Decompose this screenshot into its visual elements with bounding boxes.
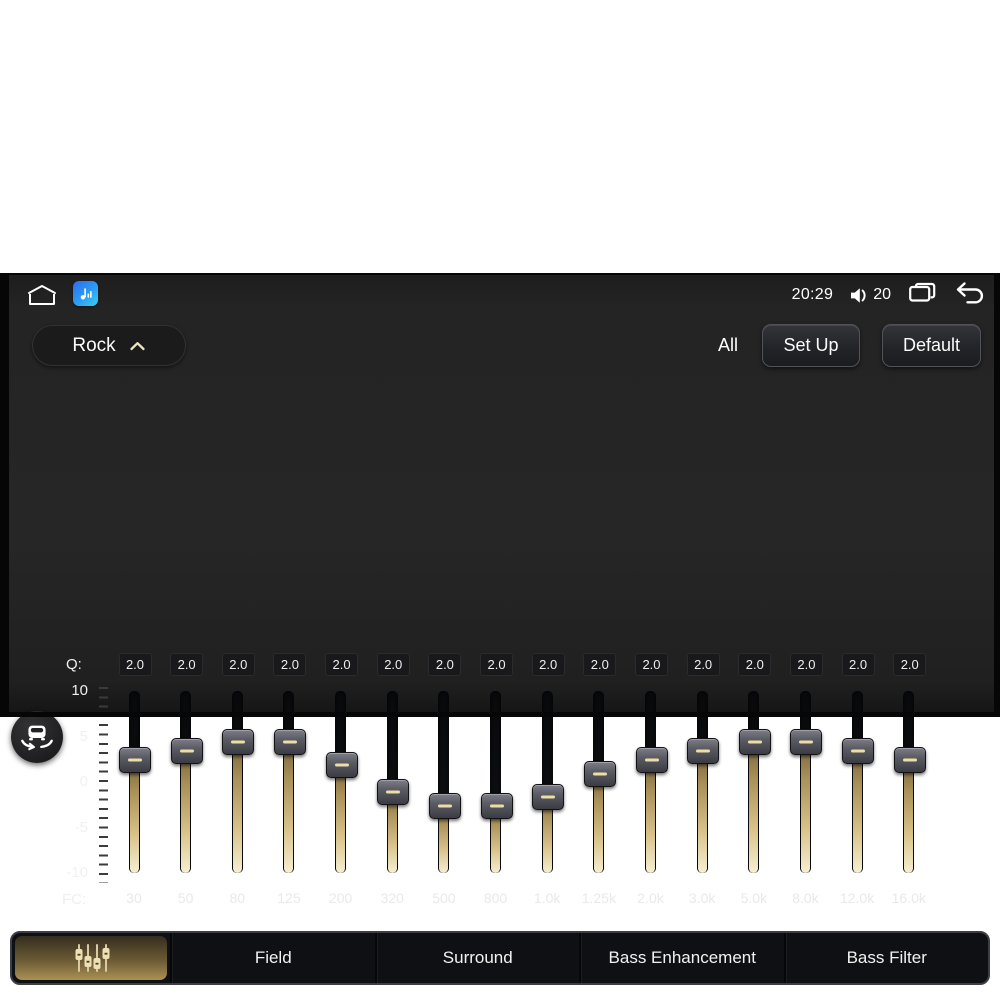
slider-handle[interactable] [583,760,616,787]
slider-fill [697,746,707,873]
equalizer-app-icon[interactable] [73,281,98,306]
q-value[interactable]: 2.0 [221,653,255,676]
q-value[interactable]: 2.0 [376,653,410,676]
freq-label: 1.25k [581,890,616,906]
tab-label: Bass Filter [846,948,927,967]
q-value[interactable]: 2.0 [583,653,617,676]
chevron-up-icon [129,341,145,350]
default-button[interactable]: Default [882,324,981,367]
slider-fill [749,737,759,873]
freq-label: 320 [380,890,404,906]
freq-label: 500 [432,890,456,906]
speaker-icon [851,287,866,303]
q-value[interactable]: 2.0 [841,653,875,676]
slider-handle[interactable] [325,751,358,778]
axis-label: 10 [71,682,88,699]
freq-label: 2.0k [637,890,664,906]
back-icon[interactable] [954,281,984,309]
axis-label: -10 [66,864,88,881]
slider-fill [284,737,294,873]
bezel-bottom [0,712,1000,717]
q-value[interactable]: 2.0 [273,653,307,676]
q-value[interactable]: 2.0 [480,653,514,676]
tab-label: Surround [442,948,513,967]
slider-handle[interactable] [377,779,410,806]
bezel-left [0,273,9,717]
q-value[interactable]: 2.0 [325,653,359,676]
tab-label: Field [254,948,292,967]
recent-apps-icon[interactable] [907,281,938,310]
slider-handle[interactable] [119,747,151,774]
preset-dropdown[interactable]: Rock [32,325,186,366]
slider-handle[interactable] [687,738,720,765]
slider-handle[interactable] [790,729,823,756]
slider-handle[interactable] [738,729,771,756]
freq-label: 50 [177,890,194,906]
freq-label: 800 [483,890,508,906]
slider-handle[interactable] [170,738,203,765]
freq-label: 12.0k [839,890,875,906]
preset-name: Rock [72,334,116,356]
all-option[interactable]: All [718,335,738,356]
slider-handle[interactable] [480,792,513,819]
tab-field[interactable]: Field [170,933,375,983]
home-icon[interactable] [24,283,60,307]
slider-handle[interactable] [532,783,565,810]
slider-fill [852,746,862,873]
q-value[interactable]: 2.0 [738,653,772,676]
tab-equalizer[interactable] [15,936,167,980]
volume-level: 20 [873,286,891,303]
tab-surround[interactable]: Surround [374,933,580,983]
freq-label: 16.0k [891,890,926,906]
slider-handle[interactable] [893,747,926,774]
freq-label: 30 [126,890,142,906]
tab-bar: Field Surround Bass Enhancement Bass Fil… [10,931,990,985]
q-value[interactable]: 2.0 [170,653,204,676]
slider-fill [800,737,810,873]
q-value[interactable]: 2.0 [635,653,668,676]
freq-label: 3.0k [688,890,716,906]
tab-bass-filter[interactable]: Bass Filter [783,933,989,983]
q-value[interactable]: 2.0 [893,653,927,676]
q-row-label: Q: [66,656,82,673]
clock: 20:29 [791,286,834,303]
tab-label: Bass Enhancement [608,948,756,967]
fc-row-label: FC: [62,891,87,908]
setup-button[interactable]: Set Up [762,324,860,367]
status-cluster: 20:29 20 [792,282,984,308]
slider-fill [181,746,191,873]
slider-handle[interactable] [635,747,668,774]
bezel-right [994,273,1000,717]
q-value[interactable]: 2.0 [686,653,720,676]
slider-handle[interactable] [273,729,306,756]
q-value[interactable]: 2.0 [118,653,152,676]
freq-label: 8.0k [792,890,819,906]
car-sound-field-icon [21,725,53,751]
tab-bass-enhancement[interactable]: Bass Enhancement [579,933,784,983]
axis-label: 0 [79,773,88,790]
freq-label: 125 [277,890,301,906]
head-unit-screen: 20:29 20 Rock All Set Up Default Q: FC: … [0,273,1000,985]
equalizer-sliders-icon [75,944,110,972]
volume-indicator: 20 [849,286,891,305]
car-sound-field-button[interactable] [11,711,63,763]
axis-label: -5 [74,818,88,836]
slider-handle[interactable] [428,792,461,819]
slider-handle[interactable] [842,738,875,765]
freq-label: 5.0k [740,890,768,906]
freq-label: 1.0k [533,890,561,906]
header-actions: All Set Up Default [718,324,981,367]
q-value[interactable]: 2.0 [531,653,565,676]
freq-label: 80 [229,890,246,906]
bezel-top [0,273,1000,275]
q-value[interactable]: 2.0 [789,653,823,676]
q-value[interactable]: 2.0 [428,653,462,676]
slider-fill [232,737,242,873]
slider-handle[interactable] [222,729,255,756]
freq-label: 200 [328,890,353,906]
